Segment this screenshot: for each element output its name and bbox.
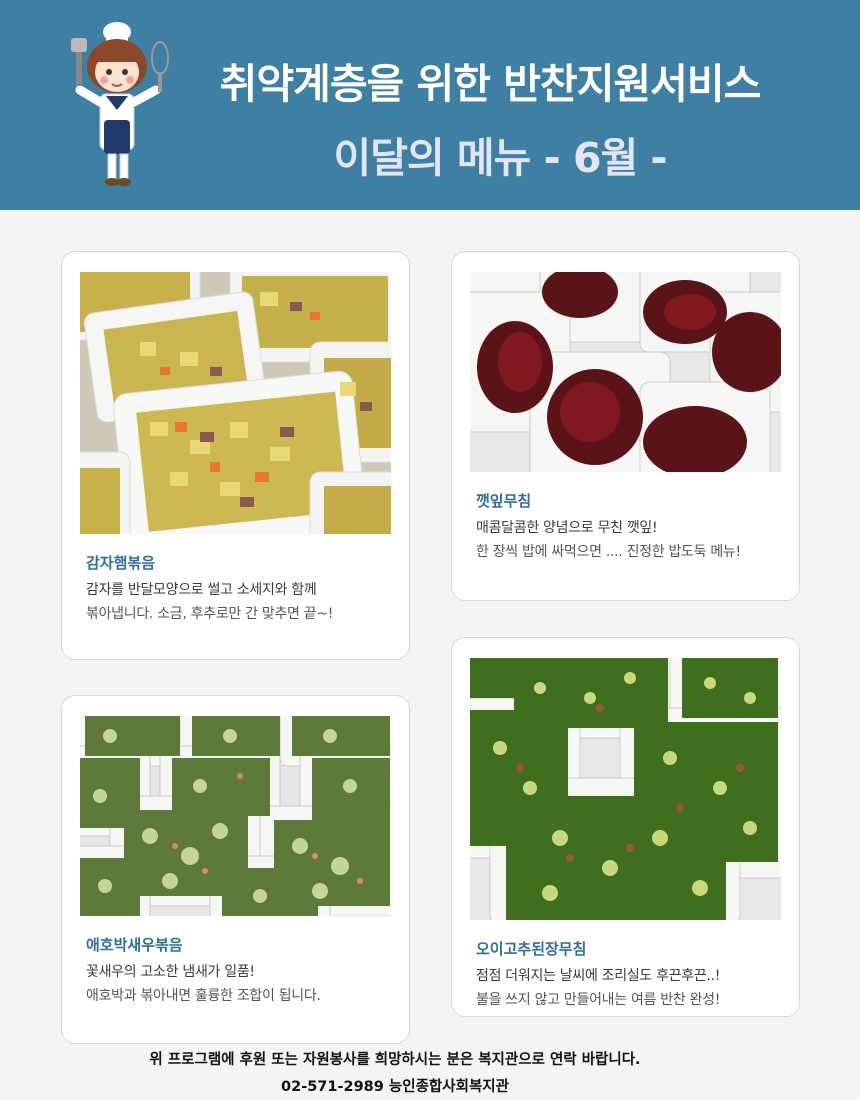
menu-card-zucchini: 애호박새우볶음 꽃새우의 고소한 냄새가 일품! 애호박과 볶아내면 훌륭한 조… [61,695,410,1044]
page-subtitle: 이달의 메뉴 - 6월 - [333,134,668,182]
description-line: 볶아냅니다. 소금, 후추로만 간 맞추면 끝~! [86,606,334,622]
dish-title: 오이고추된장무침 [476,940,587,958]
perilla-leaf-photo [470,272,781,472]
header-banner: 취약계층을 위한 반찬지원서비스 이달의 메뉴 - 6월 - [0,0,860,210]
pepper-doenjang-photo [470,658,781,920]
menu-card-pepper: 오이고추된장무침 점점 더워지는 날씨에 조리실도 후끈후끈..! 불을 쓰지 … [451,637,800,1017]
dish-description: 감자를 반달모양으로 썰고 소세지와 함께 볶아냅니다. 소금, 후추로만 간 … [86,578,333,626]
description-line: 점점 더워지는 날씨에 조리실도 후끈후끈..! [476,968,721,984]
footer-contact-note: 위 프로그램에 후원 또는 자원봉사를 희망하시는 분은 복지관으로 연락 바랍… [149,1052,641,1068]
description-line: 불을 쓰지 않고 만들어내는 여름 반찬 완성! [476,992,721,1008]
menu-card-perilla: 깻잎무침 매콤달콤한 양념으로 무친 깻잎! 한 장씩 밥에 싸먹으면 ....… [451,251,800,601]
menu-card-potato: 감자햄볶음 감자를 반달모양으로 썰고 소세지와 함께 볶아냅니다. 소금, 후… [61,251,410,660]
dish-title: 깻잎무침 [476,492,532,510]
footer-phone-org: 02-571-2989 능인종합사회복지관 [281,1079,509,1095]
dish-title: 감자햄볶음 [86,554,156,572]
description-line: 감자를 반달모양으로 썰고 소세지와 함께 [86,582,317,598]
description-line: 매콤달콤한 양념으로 무친 깻잎! [476,520,658,536]
potato-ham-photo [80,272,391,534]
dish-description: 점점 더워지는 날씨에 조리실도 후끈후끈..! 불을 쓰지 않고 만들어내는 … [476,964,720,1012]
description-line: 애호박과 볶아내면 훌륭한 조합이 됩니다. [86,988,321,1004]
dish-title: 애호박새우볶음 [86,936,183,954]
page-title: 취약계층을 위한 반찬지원서비스 [219,60,762,108]
dish-description: 꽃새우의 고소한 냄새가 일품! 애호박과 볶아내면 훌륭한 조합이 됩니다. [86,960,321,1008]
description-line: 꽃새우의 고소한 냄새가 일품! [86,964,255,980]
dish-description: 매콤달콤한 양념으로 무친 깻잎! 한 장씩 밥에 싸먹으면 .... 진정한 … [476,516,741,564]
zucchini-shrimp-photo [80,716,391,916]
description-line: 한 장씩 밥에 싸먹으면 .... 진정한 밥도둑 메뉴! [476,544,741,560]
chef-mascot-icon [71,22,169,186]
